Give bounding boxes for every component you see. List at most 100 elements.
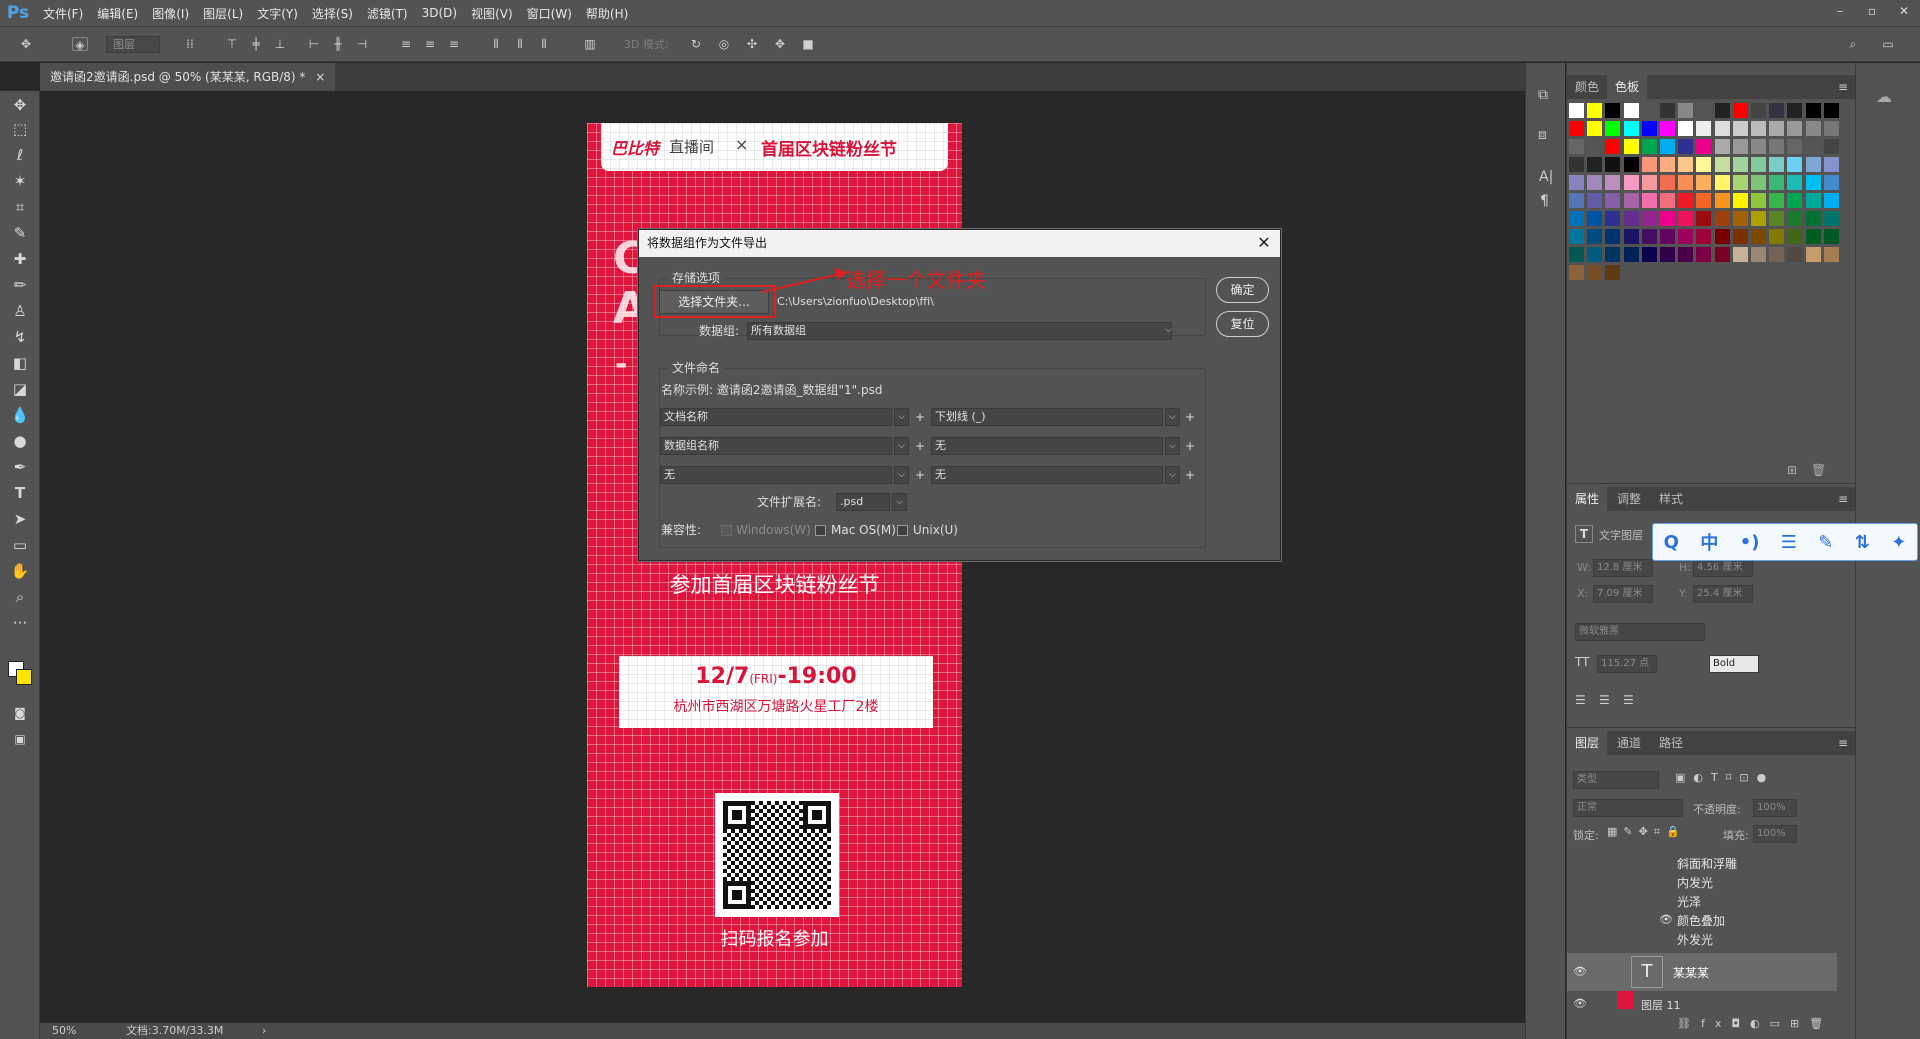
tab-properties[interactable]: 属性 [1567,487,1608,511]
eye-icon[interactable]: 👁 [1659,913,1673,926]
distribute-top-icon[interactable]: ≡ [398,37,414,51]
restore-button[interactable]: ▫ [1856,0,1888,22]
3d-camera-icon[interactable]: ■ [800,37,816,51]
color-swatch[interactable] [1623,211,1639,226]
color-swatch[interactable] [1696,157,1712,172]
swatch-grid[interactable] [1569,103,1849,363]
color-swatch[interactable] [1696,103,1712,118]
color-swatch[interactable] [1805,247,1821,262]
eyedropper-icon[interactable]: ✎ [9,223,31,243]
menu-type[interactable]: 文字(Y) [250,5,305,22]
color-swatch[interactable] [1823,103,1839,118]
ime-handwrite-icon[interactable]: ✎ [1818,532,1833,553]
new-swatch-icon[interactable]: ⊞ [1787,463,1797,477]
chevron-down-icon[interactable]: ⌵ [894,408,909,426]
color-swatch[interactable] [1751,157,1766,172]
tab-channels[interactable]: 通道 [1609,731,1649,755]
color-swatch[interactable] [1696,247,1712,262]
color-swatch[interactable] [1623,193,1639,208]
menu-3d[interactable]: 3D(D) [415,6,464,20]
color-swatch[interactable] [1678,247,1694,262]
color-swatch[interactable] [1732,139,1748,154]
ime-lang-toggle[interactable]: 中 [1700,529,1718,555]
color-swatch[interactable] [1605,193,1621,208]
color-swatch[interactable] [1678,229,1694,244]
color-swatch[interactable] [1732,121,1748,136]
color-swatch[interactable] [1769,247,1785,262]
color-swatch[interactable] [1641,121,1657,136]
color-swatch[interactable] [1823,193,1839,208]
chevron-down-icon[interactable]: ⌵ [892,493,907,511]
shape-tool-icon[interactable]: ▭ [9,535,31,555]
color-swatch[interactable] [1587,193,1603,208]
document-tab-close[interactable]: × [315,70,325,84]
color-swatch[interactable] [1605,229,1621,244]
opacity-input[interactable]: 100% [1753,799,1797,817]
menu-window[interactable]: 窗口(W) [520,5,579,22]
tab-layers[interactable]: 图层 [1567,731,1608,755]
color-swatch[interactable] [1623,103,1639,118]
tab-color[interactable]: 颜色 [1567,75,1607,99]
align-left-icon[interactable]: ⊢ [306,37,322,51]
chevron-down-icon[interactable]: ⌵ [894,466,909,484]
color-swatch[interactable] [1587,121,1603,136]
background-color-swatch[interactable] [16,669,32,685]
color-swatch[interactable] [1769,157,1785,172]
menu-file[interactable]: 文件(F) [36,5,90,22]
color-swatch[interactable] [1787,139,1803,154]
font-size-input[interactable]: 115.27 点 [1597,655,1657,673]
color-swatch[interactable] [1678,139,1694,154]
unix-label[interactable]: Unix(U) [913,521,958,539]
status-arrow[interactable]: › [262,1023,266,1039]
color-swatch[interactable] [1732,193,1748,208]
chevron-down-icon[interactable]: ⌵ [1165,466,1180,484]
panel-menu-icon[interactable]: ≡ [1838,75,1848,99]
y-input[interactable]: 25.4 厘米 [1693,585,1753,603]
color-swatch[interactable] [1714,157,1730,172]
menu-image[interactable]: 图像(I) [145,5,196,22]
color-swatch[interactable] [1623,121,1639,136]
color-swatch[interactable] [1660,139,1675,154]
color-swatch[interactable] [1623,229,1639,244]
color-swatch[interactable] [1605,139,1621,154]
actions-panel-icon[interactable]: ⧈ [1538,127,1547,143]
align-bottom-icon[interactable]: ⊥ [272,37,288,51]
paint-bucket-icon[interactable]: ◪ [9,379,31,399]
color-swatch[interactable] [1569,139,1584,154]
crop-tool-icon[interactable]: ⌗ [9,197,31,217]
color-swatch[interactable] [1605,211,1621,226]
align-vcenter-icon[interactable]: ╪ [248,37,264,51]
add-row-button[interactable]: + [1185,437,1195,455]
search-icon[interactable]: ⌕ [1845,37,1861,51]
color-swatch[interactable] [1623,247,1639,262]
color-swatch[interactable] [1605,265,1621,280]
menu-filter[interactable]: 滤镜(T) [360,5,415,22]
hand-tool-icon[interactable]: ✋ [9,561,31,581]
marquee-tool-icon[interactable]: ⬚ [9,119,31,139]
brush-tool-icon[interactable]: ✏ [9,275,31,295]
color-swatch[interactable] [1660,193,1675,208]
zoom-level[interactable]: 50% [52,1023,76,1039]
workspace-icon[interactable]: ▭ [1880,37,1896,51]
menu-view[interactable]: 视图(V) [464,5,520,22]
stamp-tool-icon[interactable]: ♙ [9,301,31,321]
dialog-close-button[interactable]: ✕ [1254,232,1274,254]
color-swatch[interactable] [1805,103,1821,118]
color-swatch[interactable] [1823,247,1839,262]
color-swatch[interactable] [1569,121,1584,136]
type-tool-icon[interactable]: T [9,483,31,503]
cloud-libraries-icon[interactable]: ☁ [1876,87,1892,106]
color-swatch[interactable] [1769,211,1785,226]
delete-swatch-icon[interactable]: 🗑 [1811,463,1826,477]
color-swatch[interactable] [1714,247,1730,262]
color-swatch[interactable] [1569,193,1584,208]
color-swatch[interactable] [1787,229,1803,244]
color-swatch[interactable] [1751,175,1766,190]
color-swatch[interactable] [1787,121,1803,136]
choose-folder-button[interactable]: 选择文件夹... [659,290,769,314]
color-swatch[interactable] [1769,121,1785,136]
color-swatch[interactable] [1714,211,1730,226]
color-swatch[interactable] [1678,121,1694,136]
transform-controls-icon[interactable]: ⁞⁞ [182,37,198,51]
3d-roll-icon[interactable]: ◎ [716,37,732,51]
